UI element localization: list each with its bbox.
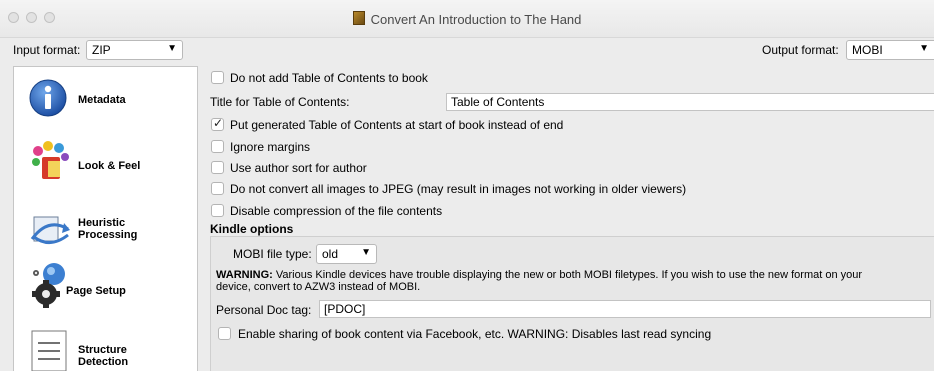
no-compress-checkbox[interactable] [211,204,224,217]
ignore-margins-checkbox[interactable] [211,140,224,153]
share-label: Enable sharing of book content via Faceb… [238,327,712,341]
kindle-options-group: MOBI file type: old ▼ WARNING: Various K… [210,236,934,371]
kindle-warning: WARNING: Various Kindle devices have tro… [216,269,934,293]
title-bar: Convert An Introduction to The Hand [0,0,934,38]
share-checkbox[interactable] [218,327,231,340]
no-toc-label: Do not add Table of Contents to book [230,71,428,85]
sidebar-item-label-line2: Processing [78,229,138,241]
structure-icon [31,330,67,371]
no-toc-checkbox[interactable] [211,71,224,84]
window-title-text: Convert An Introduction to The Hand [370,12,582,27]
sidebar-item-label: Metadata [78,94,126,106]
doc-tag-input[interactable]: [PDOC] [319,300,931,318]
toc-title-label: Title for Table of Contents: [210,95,350,109]
kindle-options-heading: Kindle options [210,222,294,236]
chevron-down-icon: ▼ [919,43,929,54]
sidebar-item-label-line2: Detection [78,356,129,368]
chevron-down-icon: ▼ [361,247,371,258]
output-format-select[interactable]: MOBI ▼ [846,40,934,60]
sidebar-item-label: Page Setup [66,285,126,297]
ignore-margins-label: Ignore margins [230,140,311,154]
mobi-filetype-label: MOBI file type: [233,247,312,261]
no-compress-label: Disable compression of the file contents [230,204,443,218]
paint-palette-icon [32,141,69,179]
sidebar-item-structure-detection[interactable]: Structure Detection [14,325,197,371]
input-format-label: Input format: [13,43,81,57]
no-jpeg-checkbox[interactable] [211,182,224,195]
format-row: Input format: ZIP ▼ Output format: MOBI … [0,37,934,63]
sidebar-item-label-line1: Structure [78,344,127,356]
mobi-filetype-select[interactable]: old ▼ [316,244,377,264]
author-sort-checkbox[interactable] [211,161,224,174]
warning-text-line2: device, convert to AZW3 instead of MOBI. [216,281,421,293]
book-icon [352,11,365,25]
mobi-filetype-value: old [322,247,339,261]
info-icon [29,79,67,117]
sidebar-item-look-feel[interactable]: Look & Feel [14,131,197,195]
chevron-down-icon: ▼ [167,43,177,54]
output-format-label: Output format: [762,43,839,57]
doc-tag-label: Personal Doc tag: [216,303,312,317]
toc-title-input[interactable]: Table of Contents [446,93,934,111]
toc-at-start-label: Put generated Table of Contents at start… [230,118,564,132]
input-format-select[interactable]: ZIP ▼ [86,40,183,60]
sidebar: Metadata Look & Feel Heuristic Processin… [13,66,198,371]
window-title: Convert An Introduction to The Hand [0,11,934,27]
sidebar-item-page-setup[interactable]: Page Setup [14,261,197,325]
warning-text-line1: Various Kindle devices have trouble disp… [272,269,863,281]
no-jpeg-label: Do not convert all images to JPEG (may r… [230,182,687,196]
output-format-value: MOBI [852,43,883,57]
toc-at-start-checkbox[interactable] [211,116,224,131]
sidebar-item-heuristic-processing[interactable]: Heuristic Processing [14,203,197,267]
input-format-value: ZIP [92,43,111,57]
sidebar-item-label-line1: Heuristic [78,217,126,229]
author-sort-label: Use author sort for author [230,161,367,175]
sidebar-item-label: Look & Feel [78,160,141,172]
heuristic-arrows-icon [30,216,70,244]
warning-prefix: WARNING: [216,269,273,281]
sidebar-item-metadata[interactable]: Metadata [14,67,197,131]
